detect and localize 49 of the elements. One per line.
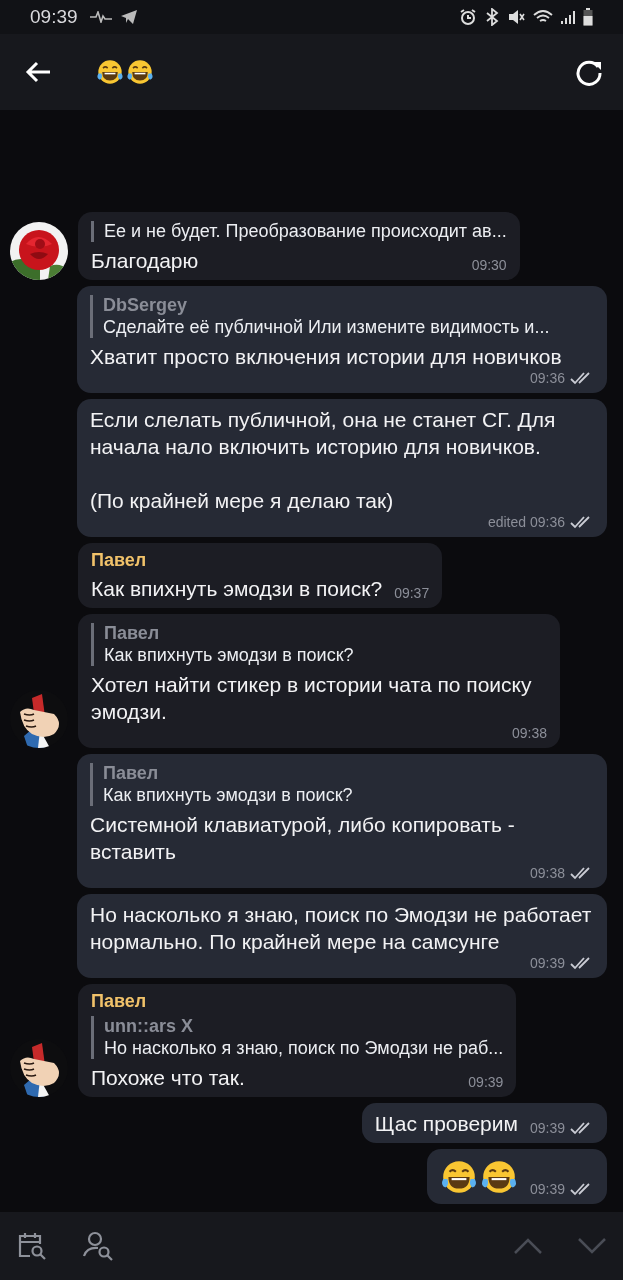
paper-plane-icon — [119, 9, 138, 25]
alarm-icon — [459, 8, 477, 26]
message-time: 09:39 — [529, 955, 565, 971]
message-text: Щас проверим — [374, 1111, 518, 1137]
calendar-search-button[interactable] — [16, 1230, 48, 1262]
message-time: 09:39 — [529, 1120, 565, 1136]
message-time: edited 09:36 — [487, 514, 565, 530]
message-text: Хотел найти стикер в истории чата по поиску эмодзи. — [91, 672, 533, 725]
message-text: Благодарю — [91, 248, 199, 274]
pulse-icon — [89, 11, 112, 23]
refresh-button[interactable] — [575, 58, 603, 86]
clock-time: 09:39 — [30, 6, 78, 28]
sender-name: Павел — [91, 991, 148, 1012]
reply-text: Как впихнуть эмодзи в поиск? — [103, 785, 354, 806]
reply-text: Как впихнуть эмодзи в поиск? — [104, 645, 355, 666]
message-text: Как впихнуть эмодзи в поиск? — [91, 576, 383, 602]
battery-icon — [583, 8, 593, 26]
message-time: 09:37 — [394, 585, 430, 601]
laughing-face-icon — [96, 58, 124, 86]
reply-text: Сделайте её публичной Или измените видимость и... — [103, 317, 551, 338]
reply-quote[interactable]: Павел Как впихнуть эмодзи в поиск? — [91, 623, 547, 666]
message-time: 09:38 — [511, 725, 547, 741]
reply-author: unn::ars X — [104, 1016, 194, 1037]
back-button[interactable] — [24, 60, 52, 84]
message-text: Системной клавиатурой, либо копировать - вставить — [90, 812, 516, 865]
reply-quote[interactable]: Павел Как впихнуть эмодзи в поиск? — [90, 763, 594, 806]
message-text: Но насколько я знаю, поиск по Эмодзи не работает нормально. По крайней мере на самсунге — [90, 902, 593, 955]
message-time: 09:39 — [468, 1074, 504, 1090]
message-text: Похоже что так. — [91, 1065, 245, 1091]
sender-name: Павел — [91, 550, 148, 571]
reply-text: Но насколько я знаю, поиск по Эмодзи не раб... — [104, 1038, 504, 1059]
message-text: Хватит просто включения истории для новичков — [90, 344, 562, 370]
laughing-face-icon — [126, 58, 154, 86]
mute-icon — [507, 8, 525, 26]
message-time: 09:38 — [529, 865, 565, 881]
laughing-face-icon — [439, 1158, 478, 1196]
signal-icon — [561, 9, 575, 25]
message-time: 09:30 — [471, 257, 507, 273]
laughing-face-icon — [479, 1158, 518, 1196]
message-time: 09:36 — [529, 370, 565, 386]
message-text: Если слелать публичной, она не станет СГ. Для начала нало включить историю для новичков. (По крайней мере я делаю так) — [90, 407, 557, 514]
reply-author: Павел — [104, 623, 161, 644]
reply-quote[interactable]: unn::ars X Но насколько я знаю, поиск по Эмодзи не раб... — [91, 1016, 504, 1059]
message-time: 09:39 — [529, 1181, 565, 1197]
reply-author: Павел — [103, 763, 160, 784]
bluetooth-icon — [485, 8, 499, 26]
reply-quote[interactable]: DbSergey Сделайте её публичной Или измените видимость и... — [90, 295, 594, 338]
reply-author: DbSergey — [103, 295, 189, 316]
wifi-icon — [533, 9, 553, 25]
